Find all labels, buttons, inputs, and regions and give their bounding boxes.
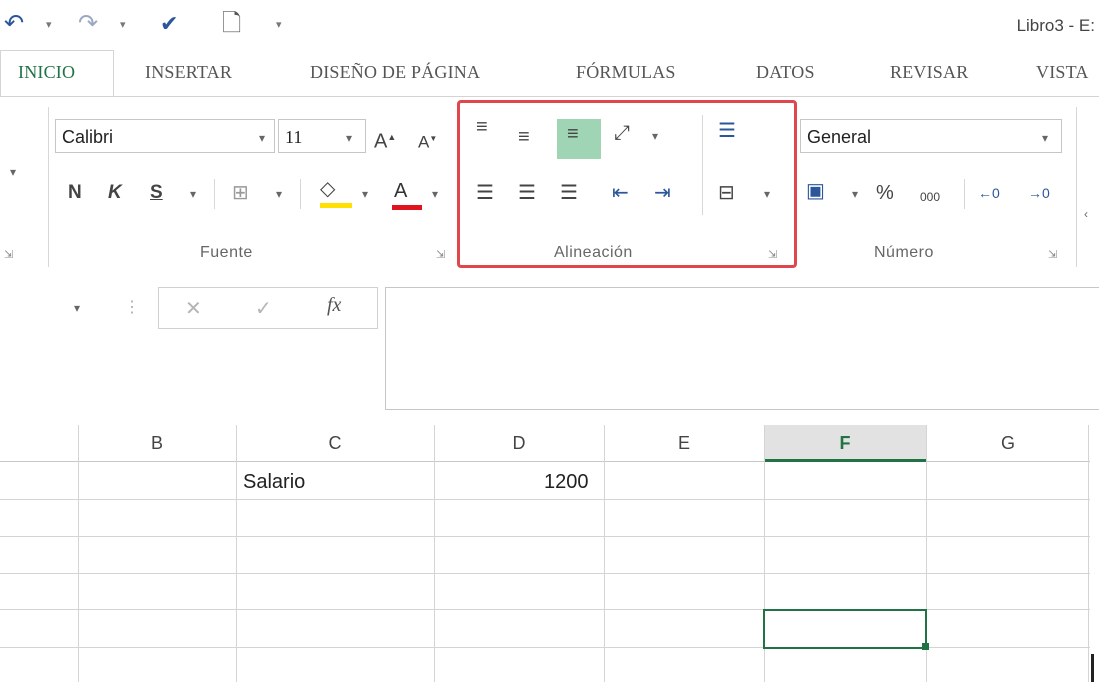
tab-diseno-pagina[interactable]: DISEÑO DE PÁGINA xyxy=(310,62,480,83)
font-size-value: 11 xyxy=(285,127,303,147)
column-header-d[interactable]: D xyxy=(434,425,604,462)
font-color-swatch xyxy=(392,205,422,210)
window-title: Libro3 - E: xyxy=(1016,16,1095,35)
undo-dropdown-icon[interactable]: ▾ xyxy=(46,18,52,31)
tab-insertar[interactable]: INSERTAR xyxy=(145,62,232,83)
column-header-b[interactable]: B xyxy=(78,425,236,462)
tab-inicio[interactable]: INICIO xyxy=(18,62,75,83)
number-format-box[interactable]: General xyxy=(800,119,1062,153)
redo-dropdown-icon[interactable]: ▾ xyxy=(120,18,126,31)
underline-button[interactable]: S xyxy=(150,181,163,205)
clipboard-launcher-icon[interactable]: ⇲ xyxy=(4,248,13,261)
fill-handle[interactable] xyxy=(922,643,929,650)
font-launcher-icon[interactable]: ⇲ xyxy=(436,248,445,261)
gridline xyxy=(1088,425,1089,682)
number-format-value: General xyxy=(807,127,872,147)
number-group-label: Número xyxy=(874,244,934,261)
increase-decimal-icon[interactable]: ←0 xyxy=(978,181,1000,205)
italic-button[interactable]: K xyxy=(108,181,122,205)
insert-function-button[interactable]: fx xyxy=(327,294,341,317)
column-header-e[interactable]: E xyxy=(604,425,764,462)
font-name-dropdown-icon[interactable]: ▾ xyxy=(259,131,265,145)
font-name-box[interactable]: Calibri xyxy=(55,119,275,153)
tab-datos[interactable]: DATOS xyxy=(756,62,815,83)
cell-d1[interactable]: 1200 xyxy=(544,471,589,494)
redo-icon[interactable]: ↷ xyxy=(78,12,98,36)
accounting-format-icon[interactable]: ▣ xyxy=(806,179,825,203)
undo-icon[interactable]: ↶ xyxy=(4,12,24,36)
divider xyxy=(300,179,301,209)
gridline xyxy=(0,573,1090,574)
percent-style-button[interactable]: % xyxy=(876,181,894,205)
fill-color-icon[interactable]: ◇ xyxy=(320,177,335,201)
font-color-dropdown-icon[interactable]: ▾ xyxy=(432,187,438,201)
group-separator xyxy=(48,107,49,267)
spelling-icon[interactable]: ✔ xyxy=(160,12,178,36)
font-group-label: Fuente xyxy=(200,244,253,261)
font-color-icon[interactable]: A xyxy=(394,179,407,203)
formula-bar-grip[interactable]: ⋮ xyxy=(124,297,140,317)
font-size-box[interactable]: 11 xyxy=(278,119,366,153)
number-format-dropdown-icon[interactable]: ▾ xyxy=(1042,131,1048,145)
enter-button[interactable]: ✓ xyxy=(255,296,272,321)
new-document-icon[interactable]: 🗋 xyxy=(222,12,241,36)
fill-color-swatch xyxy=(320,203,352,208)
font-size-dropdown-icon[interactable]: ▾ xyxy=(346,131,352,145)
divider xyxy=(214,179,215,209)
accounting-dropdown-icon[interactable]: ▾ xyxy=(852,187,858,201)
bold-button[interactable]: N xyxy=(68,181,82,205)
fill-color-dropdown-icon[interactable]: ▾ xyxy=(362,187,368,201)
column-header-c[interactable]: C xyxy=(236,425,434,462)
tab-revisar[interactable]: REVISAR xyxy=(890,62,968,83)
more-commands-icon[interactable]: ‹ xyxy=(1084,207,1088,221)
cancel-button[interactable]: ✕ xyxy=(185,296,202,321)
tab-formulas[interactable]: FÓRMULAS xyxy=(576,62,676,83)
formula-buttons: ✕ ✓ fx xyxy=(158,287,378,329)
comma-style-button[interactable]: 000 xyxy=(920,185,940,209)
tab-vista[interactable]: VISTA xyxy=(1036,62,1089,83)
text-cursor xyxy=(1091,654,1094,682)
quick-access-toolbar: ↶ ▾ ↷ ▾ ✔ 🗋 ▾ Libro3 - E: xyxy=(0,0,1099,50)
gridline xyxy=(236,425,237,682)
gridline xyxy=(78,425,79,682)
formula-input[interactable] xyxy=(385,287,1099,410)
gridline xyxy=(434,425,435,682)
grow-font-icon[interactable]: A▲ xyxy=(374,125,396,154)
column-header-a[interactable] xyxy=(0,425,78,462)
shrink-font-icon[interactable]: A▼ xyxy=(418,127,437,155)
group-separator xyxy=(1076,107,1077,267)
clipboard-dropdown-icon[interactable]: ▾ xyxy=(10,165,16,179)
formula-bar: ▾ ⋮ ✕ ✓ fx xyxy=(0,271,1099,421)
gridline xyxy=(604,425,605,682)
column-header-f[interactable]: F xyxy=(764,425,926,462)
worksheet-grid[interactable]: B C D E F G Salario 1200 xyxy=(0,425,1099,682)
name-box-dropdown-icon[interactable]: ▾ xyxy=(74,301,80,315)
column-header-g[interactable]: G xyxy=(926,425,1090,462)
gridline xyxy=(0,499,1090,500)
font-name-value: Calibri xyxy=(62,127,114,147)
divider xyxy=(964,179,965,209)
underline-dropdown-icon[interactable]: ▾ xyxy=(190,187,196,201)
name-box[interactable]: ▾ xyxy=(0,287,118,327)
active-cell-selection[interactable] xyxy=(763,609,927,649)
gridline xyxy=(0,536,1090,537)
alignment-highlight-box xyxy=(457,100,797,268)
cell-c1[interactable]: Salario xyxy=(243,471,305,494)
ribbon-tabs: INICIO INSERTAR DISEÑO DE PÁGINA FÓRMULA… xyxy=(0,50,1099,96)
borders-icon[interactable]: ⊞ xyxy=(232,181,249,205)
customize-qat-icon[interactable]: ▾ xyxy=(276,18,282,31)
decrease-decimal-icon[interactable]: →0 xyxy=(1028,181,1050,205)
number-launcher-icon[interactable]: ⇲ xyxy=(1048,248,1057,261)
borders-dropdown-icon[interactable]: ▾ xyxy=(276,187,282,201)
